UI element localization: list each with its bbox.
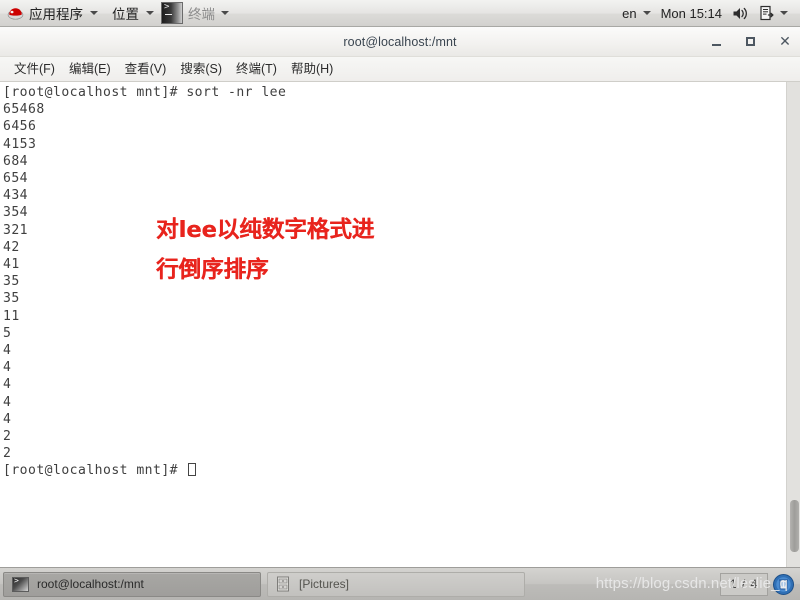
places-menu-label: 位置 bbox=[112, 7, 139, 22]
terminal-icon bbox=[161, 2, 183, 24]
chevron-down-icon bbox=[146, 11, 154, 15]
keyboard-layout-indicator[interactable]: en bbox=[617, 0, 655, 26]
terminal-output-area[interactable]: [root@localhost mnt]# sort -nr lee 65468… bbox=[0, 82, 800, 567]
panel-terminal-window-item[interactable]: 终端 bbox=[161, 0, 235, 26]
chevron-down-icon bbox=[642, 11, 651, 15]
menu-view[interactable]: 查看(V) bbox=[118, 57, 174, 81]
applications-menu[interactable]: 应用程序 bbox=[0, 0, 105, 26]
top-panel: 应用程序 位置 终端 en Mon 15:14 bbox=[0, 0, 800, 27]
volume-button[interactable] bbox=[727, 0, 754, 26]
terminal-scrollbar-thumb[interactable] bbox=[790, 500, 799, 552]
notification-button[interactable] bbox=[754, 0, 793, 26]
workspace-switcher[interactable]: 1 / 4 bbox=[720, 572, 768, 596]
redhat-logo-icon bbox=[7, 5, 24, 22]
close-button[interactable]: ✕ bbox=[778, 35, 792, 49]
chevron-down-icon bbox=[90, 11, 98, 15]
applications-menu-label: 应用程序 bbox=[29, 7, 83, 22]
minimize-button[interactable] bbox=[710, 35, 724, 49]
trash-icon[interactable] bbox=[772, 573, 795, 596]
top-panel-left-group: 应用程序 位置 终端 bbox=[0, 0, 235, 26]
panel-terminal-label: 终端 bbox=[188, 7, 215, 22]
clock[interactable]: Mon 15:14 bbox=[656, 0, 727, 26]
terminal-cursor bbox=[188, 463, 197, 477]
terminal-scrollbar[interactable] bbox=[786, 82, 800, 567]
bottom-panel: root@localhost:/mnt [Pictures] 1 / 4 bbox=[0, 567, 800, 600]
terminal-window: root@localhost:/mnt ✕ 文件(F) 编辑(E) 查看(V) … bbox=[0, 27, 800, 567]
document-update-icon bbox=[759, 5, 774, 22]
window-titlebar[interactable]: root@localhost:/mnt ✕ bbox=[0, 27, 800, 57]
window-menubar: 文件(F) 编辑(E) 查看(V) 搜索(S) 终端(T) 帮助(H) bbox=[0, 57, 800, 82]
taskbar-item-pictures-label: [Pictures] bbox=[299, 577, 350, 591]
desktop-screen: 应用程序 位置 终端 en Mon 15:14 bbox=[0, 0, 800, 600]
window-controls: ✕ bbox=[710, 27, 792, 56]
taskbar-item-terminal-label: root@localhost:/mnt bbox=[37, 577, 144, 591]
taskbar-item-pictures[interactable]: [Pictures] bbox=[267, 571, 525, 597]
top-panel-right-group: en Mon 15:14 bbox=[617, 0, 800, 26]
speaker-icon bbox=[732, 6, 749, 21]
chevron-down-icon bbox=[221, 11, 229, 15]
annotation-text: 对lee以纯数字格式进 行倒序排序 bbox=[156, 217, 375, 283]
menu-edit[interactable]: 编辑(E) bbox=[62, 57, 118, 81]
menu-search[interactable]: 搜索(S) bbox=[173, 57, 229, 81]
places-menu[interactable]: 位置 bbox=[105, 0, 161, 26]
top-panel-spacer bbox=[235, 0, 617, 26]
maximize-button[interactable] bbox=[744, 35, 758, 49]
menu-file[interactable]: 文件(F) bbox=[7, 57, 62, 81]
keyboard-layout-label: en bbox=[622, 5, 637, 21]
workspace-indicator-label: 1 / 4 bbox=[729, 577, 759, 591]
taskbar-item-terminal[interactable]: root@localhost:/mnt bbox=[3, 571, 261, 597]
window-title: root@localhost:/mnt bbox=[343, 34, 457, 49]
clock-label: Mon 15:14 bbox=[660, 5, 722, 21]
file-manager-icon bbox=[276, 576, 291, 592]
menu-help[interactable]: 帮助(H) bbox=[284, 57, 340, 81]
menu-terminal[interactable]: 终端(T) bbox=[229, 57, 284, 81]
chevron-down-icon bbox=[780, 11, 788, 15]
terminal-icon bbox=[12, 576, 29, 592]
